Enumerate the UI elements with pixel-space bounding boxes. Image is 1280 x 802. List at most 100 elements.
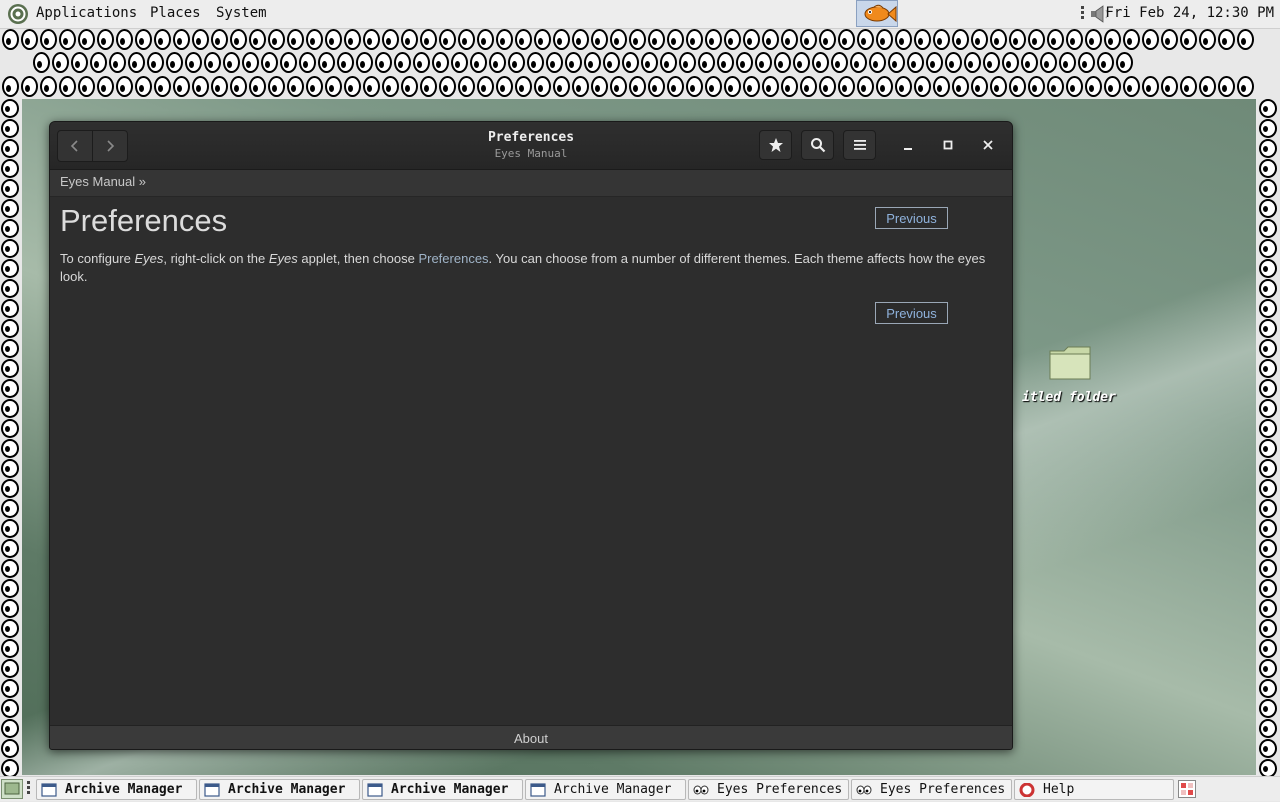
eye-icon[interactable] [135, 29, 152, 50]
eye-icon[interactable] [268, 76, 285, 97]
eye-icon[interactable] [242, 52, 259, 73]
eye-icon[interactable] [1, 379, 19, 398]
eye-icon[interactable] [610, 76, 627, 97]
eye-icon[interactable] [1259, 179, 1277, 198]
eye-icon[interactable] [857, 76, 874, 97]
taskbar-button[interactable]: Archive Manager [525, 779, 686, 800]
eye-icon[interactable] [983, 52, 1000, 73]
eye-icon[interactable] [59, 29, 76, 50]
eye-icon[interactable] [781, 29, 798, 50]
eye-icon[interactable] [895, 29, 912, 50]
eye-icon[interactable] [344, 29, 361, 50]
eye-icon[interactable] [2, 76, 19, 97]
eye-icon[interactable] [774, 52, 791, 73]
eye-icon[interactable] [1142, 29, 1159, 50]
eye-icon[interactable] [71, 52, 88, 73]
search-button[interactable] [801, 130, 834, 160]
eye-icon[interactable] [135, 76, 152, 97]
eye-icon[interactable] [470, 52, 487, 73]
bookmark-button[interactable] [759, 130, 792, 160]
eye-icon[interactable] [496, 76, 513, 97]
eye-icon[interactable] [1028, 76, 1045, 97]
eye-icon[interactable] [1, 239, 19, 258]
eye-icon[interactable] [1, 99, 19, 118]
eye-icon[interactable] [914, 29, 931, 50]
eye-icon[interactable] [299, 52, 316, 73]
eye-icon[interactable] [1259, 199, 1277, 218]
eye-icon[interactable] [78, 76, 95, 97]
eye-icon[interactable] [1259, 479, 1277, 498]
eye-icon[interactable] [1237, 76, 1254, 97]
taskbar-button[interactable]: Archive Manager [36, 779, 197, 800]
eye-icon[interactable] [306, 76, 323, 97]
eye-icon[interactable] [52, 52, 69, 73]
eye-icon[interactable] [154, 76, 171, 97]
eye-icon[interactable] [147, 52, 164, 73]
eye-icon[interactable] [819, 29, 836, 50]
eye-icon[interactable] [1259, 279, 1277, 298]
eye-icon[interactable] [1123, 29, 1140, 50]
eye-icon[interactable] [128, 52, 145, 73]
eye-icon[interactable] [971, 29, 988, 50]
eye-icon[interactable] [648, 76, 665, 97]
eye-icon[interactable] [420, 76, 437, 97]
eye-icon[interactable] [1009, 29, 1026, 50]
clock[interactable]: Fri Feb 24, 12:30 PM [1105, 5, 1274, 21]
eye-icon[interactable] [857, 29, 874, 50]
eye-icon[interactable] [724, 29, 741, 50]
taskbar-button[interactable]: Archive Manager [362, 779, 523, 800]
eye-icon[interactable] [1161, 29, 1178, 50]
eye-icon[interactable] [249, 29, 266, 50]
eye-icon[interactable] [1, 619, 19, 638]
eye-icon[interactable] [1259, 379, 1277, 398]
eye-icon[interactable] [1259, 739, 1277, 758]
eye-icon[interactable] [1, 739, 19, 758]
eye-icon[interactable] [1259, 239, 1277, 258]
eye-icon[interactable] [1259, 579, 1277, 598]
eye-icon[interactable] [1085, 29, 1102, 50]
eye-icon[interactable] [1, 339, 19, 358]
eye-icon[interactable] [458, 76, 475, 97]
workspace-switcher[interactable] [1178, 780, 1196, 798]
eye-icon[interactable] [591, 29, 608, 50]
eye-icon[interactable] [1259, 699, 1277, 718]
eye-icon[interactable] [1, 519, 19, 538]
eye-icon[interactable] [1259, 559, 1277, 578]
eye-icon[interactable] [1259, 619, 1277, 638]
eye-icon[interactable] [895, 76, 912, 97]
eye-icon[interactable] [204, 52, 221, 73]
eye-icon[interactable] [534, 76, 551, 97]
taskbar-button[interactable]: Archive Manager [199, 779, 360, 800]
eye-icon[interactable] [812, 52, 829, 73]
show-desktop-button[interactable] [1, 779, 23, 799]
eye-icon[interactable] [990, 76, 1007, 97]
eye-icon[interactable] [477, 29, 494, 50]
eye-icon[interactable] [1, 459, 19, 478]
eye-icon[interactable] [762, 29, 779, 50]
eye-icon[interactable] [800, 76, 817, 97]
eye-icon[interactable] [1259, 319, 1277, 338]
eye-icon[interactable] [679, 52, 696, 73]
eye-icon[interactable] [1047, 29, 1064, 50]
eye-icon[interactable] [173, 76, 190, 97]
eye-icon[interactable] [439, 29, 456, 50]
eye-icon[interactable] [641, 52, 658, 73]
eye-icon[interactable] [781, 76, 798, 97]
eye-icon[interactable] [1259, 299, 1277, 318]
eye-icon[interactable] [945, 52, 962, 73]
eye-icon[interactable] [223, 52, 240, 73]
eye-icon[interactable] [230, 76, 247, 97]
eye-icon[interactable] [1078, 52, 1095, 73]
eye-icon[interactable] [515, 76, 532, 97]
eye-icon[interactable] [21, 76, 38, 97]
eye-icon[interactable] [90, 52, 107, 73]
eye-icon[interactable] [838, 76, 855, 97]
eye-icon[interactable] [1259, 599, 1277, 618]
eye-icon[interactable] [660, 52, 677, 73]
eye-icon[interactable] [572, 76, 589, 97]
eye-icon[interactable] [249, 76, 266, 97]
distro-logo-icon[interactable] [7, 3, 29, 25]
eye-icon[interactable] [933, 76, 950, 97]
eye-icon[interactable] [1, 639, 19, 658]
eye-icon[interactable] [793, 52, 810, 73]
